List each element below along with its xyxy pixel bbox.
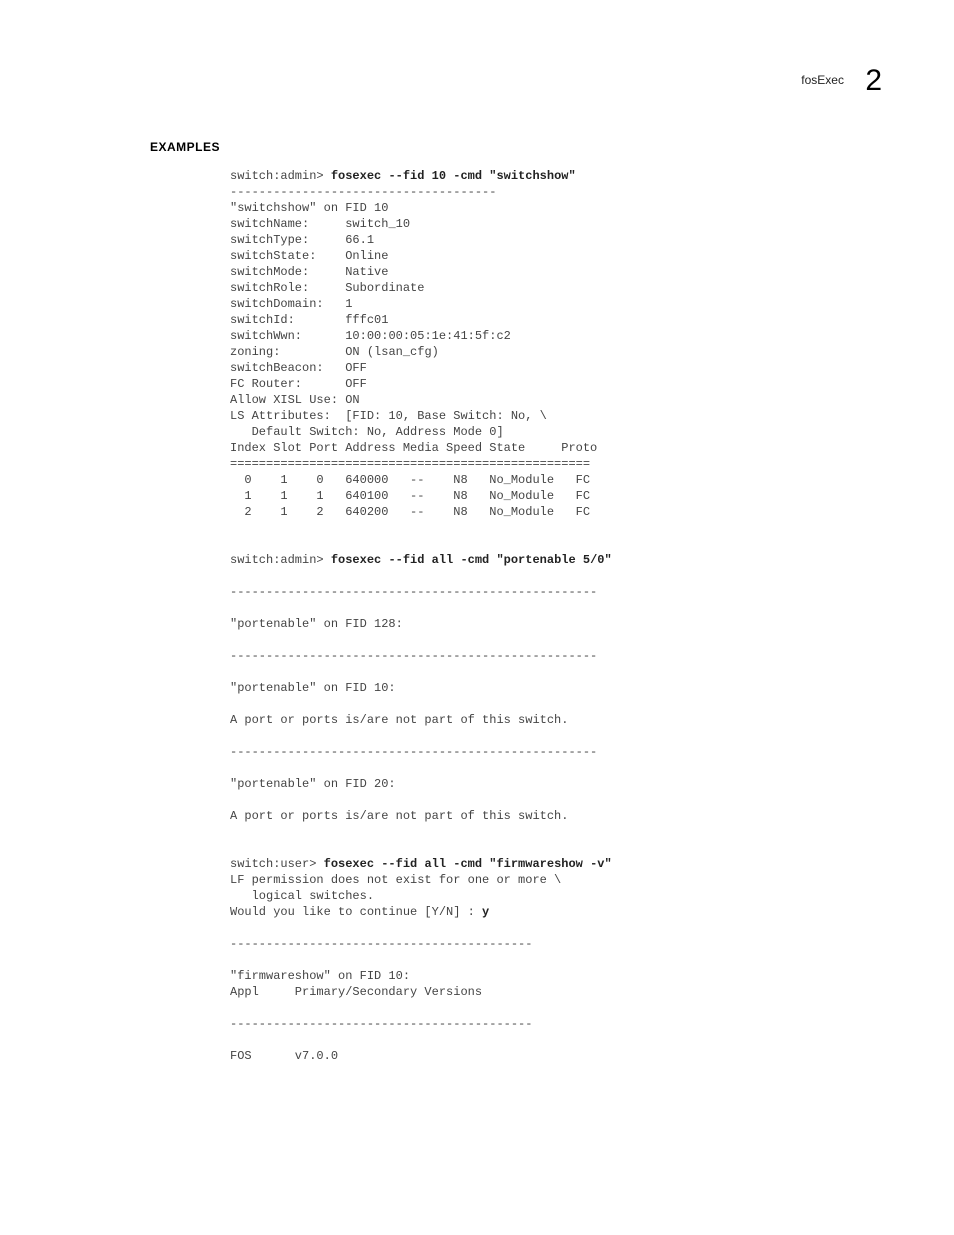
separator: ----------------------------------------…	[230, 745, 597, 759]
code-area: switch:admin> fosexec --fid 10 -cmd "swi…	[230, 168, 850, 1064]
table-row: 2 1 2 640200 -- N8 No_Module FC	[230, 505, 590, 519]
kv-row: Allow XISL Use: ON	[230, 393, 360, 407]
command: fosexec --fid all -cmd "portenable 5/0"	[331, 553, 612, 567]
output-line: "portenable" on FID 10:	[230, 681, 396, 695]
output-line: "portenable" on FID 128:	[230, 617, 403, 631]
prompt: switch:admin>	[230, 553, 331, 567]
example-block-2: switch:admin> fosexec --fid all -cmd "po…	[230, 552, 850, 824]
command: fosexec --fid all -cmd "firmwareshow -v"	[324, 857, 612, 871]
kv-row: switchType: 66.1	[230, 233, 374, 247]
kv-row: FC Router: OFF	[230, 377, 367, 391]
output-line: Appl Primary/Secondary Versions	[230, 985, 482, 999]
kv-row: switchState: Online	[230, 249, 388, 263]
kv-row: switchMode: Native	[230, 265, 388, 279]
header-title: fosExec	[801, 73, 844, 87]
separator: ----------------------------------------…	[230, 1017, 532, 1031]
separator: ----------------------------------------…	[230, 649, 597, 663]
kv-row: switchId: fffc01	[230, 313, 388, 327]
separator: -------------------------------------	[230, 185, 496, 199]
separator: ----------------------------------------…	[230, 585, 597, 599]
output-line: logical switches.	[230, 889, 374, 903]
output-line: Would you like to continue [Y/N] : y	[230, 905, 489, 919]
prompt: switch:admin>	[230, 169, 331, 183]
output-line: "firmwareshow" on FID 10:	[230, 969, 410, 983]
separator: ----------------------------------------…	[230, 937, 532, 951]
chapter-number: 2	[865, 64, 882, 97]
kv-row: zoning: ON (lsan_cfg)	[230, 345, 439, 359]
section-label: EXAMPLES	[150, 140, 220, 154]
command: fosexec --fid 10 -cmd "switchshow"	[331, 169, 576, 183]
output-line: FOS v7.0.0	[230, 1049, 338, 1063]
table-separator: ========================================…	[230, 457, 590, 471]
kv-row: switchRole: Subordinate	[230, 281, 424, 295]
table-row: 1 1 1 640100 -- N8 No_Module FC	[230, 489, 590, 503]
prompt: switch:user>	[230, 857, 324, 871]
kv-row: switchDomain: 1	[230, 297, 352, 311]
page-header: fosExec 2	[801, 58, 882, 92]
example-block-3: switch:user> fosexec --fid all -cmd "fir…	[230, 856, 850, 1064]
kv-row: switchName: switch_10	[230, 217, 410, 231]
output-line: A port or ports is/are not part of this …	[230, 809, 568, 823]
kv-row: switchWwn: 10:00:00:05:1e:41:5f:c2	[230, 329, 511, 343]
table-row: 0 1 0 640000 -- N8 No_Module FC	[230, 473, 590, 487]
output-line: A port or ports is/are not part of this …	[230, 713, 568, 727]
output-line: "portenable" on FID 20:	[230, 777, 396, 791]
output-line: LS Attributes: [FID: 10, Base Switch: No…	[230, 409, 547, 423]
output-line: LF permission does not exist for one or …	[230, 873, 561, 887]
output-line: "switchshow" on FID 10	[230, 201, 388, 215]
kv-row: switchBeacon: OFF	[230, 361, 367, 375]
output-line: Default Switch: No, Address Mode 0]	[230, 425, 504, 439]
example-block-1: switch:admin> fosexec --fid 10 -cmd "swi…	[230, 168, 850, 520]
user-input: y	[482, 905, 489, 919]
table-header: Index Slot Port Address Media Speed Stat…	[230, 441, 597, 455]
